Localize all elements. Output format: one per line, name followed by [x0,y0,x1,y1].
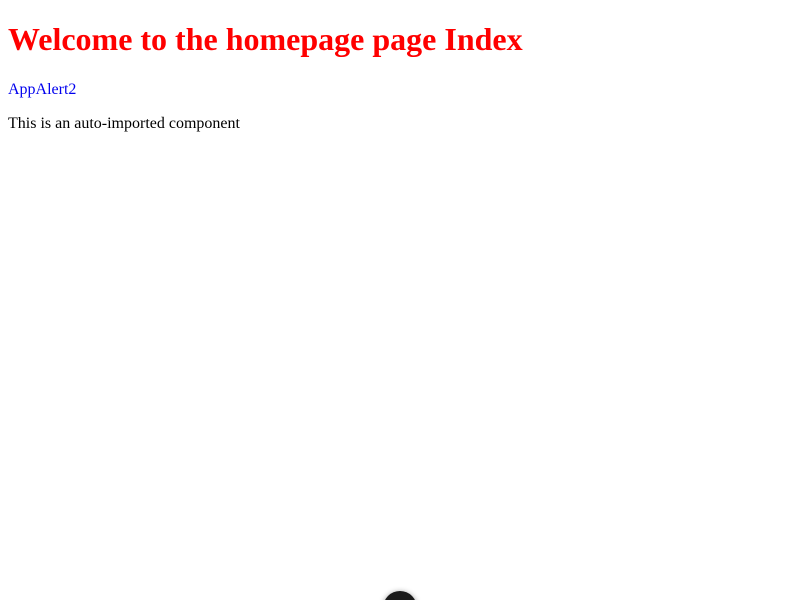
page-heading: Welcome to the homepage page Index [8,21,523,57]
component-description: This is an auto-imported component [8,115,240,132]
main-content: Welcome to the homepage page Index AppAl… [0,21,800,133]
app-alert-link[interactable]: AppAlert2 [8,81,792,99]
nuxt-devtools-button[interactable] [383,591,417,600]
